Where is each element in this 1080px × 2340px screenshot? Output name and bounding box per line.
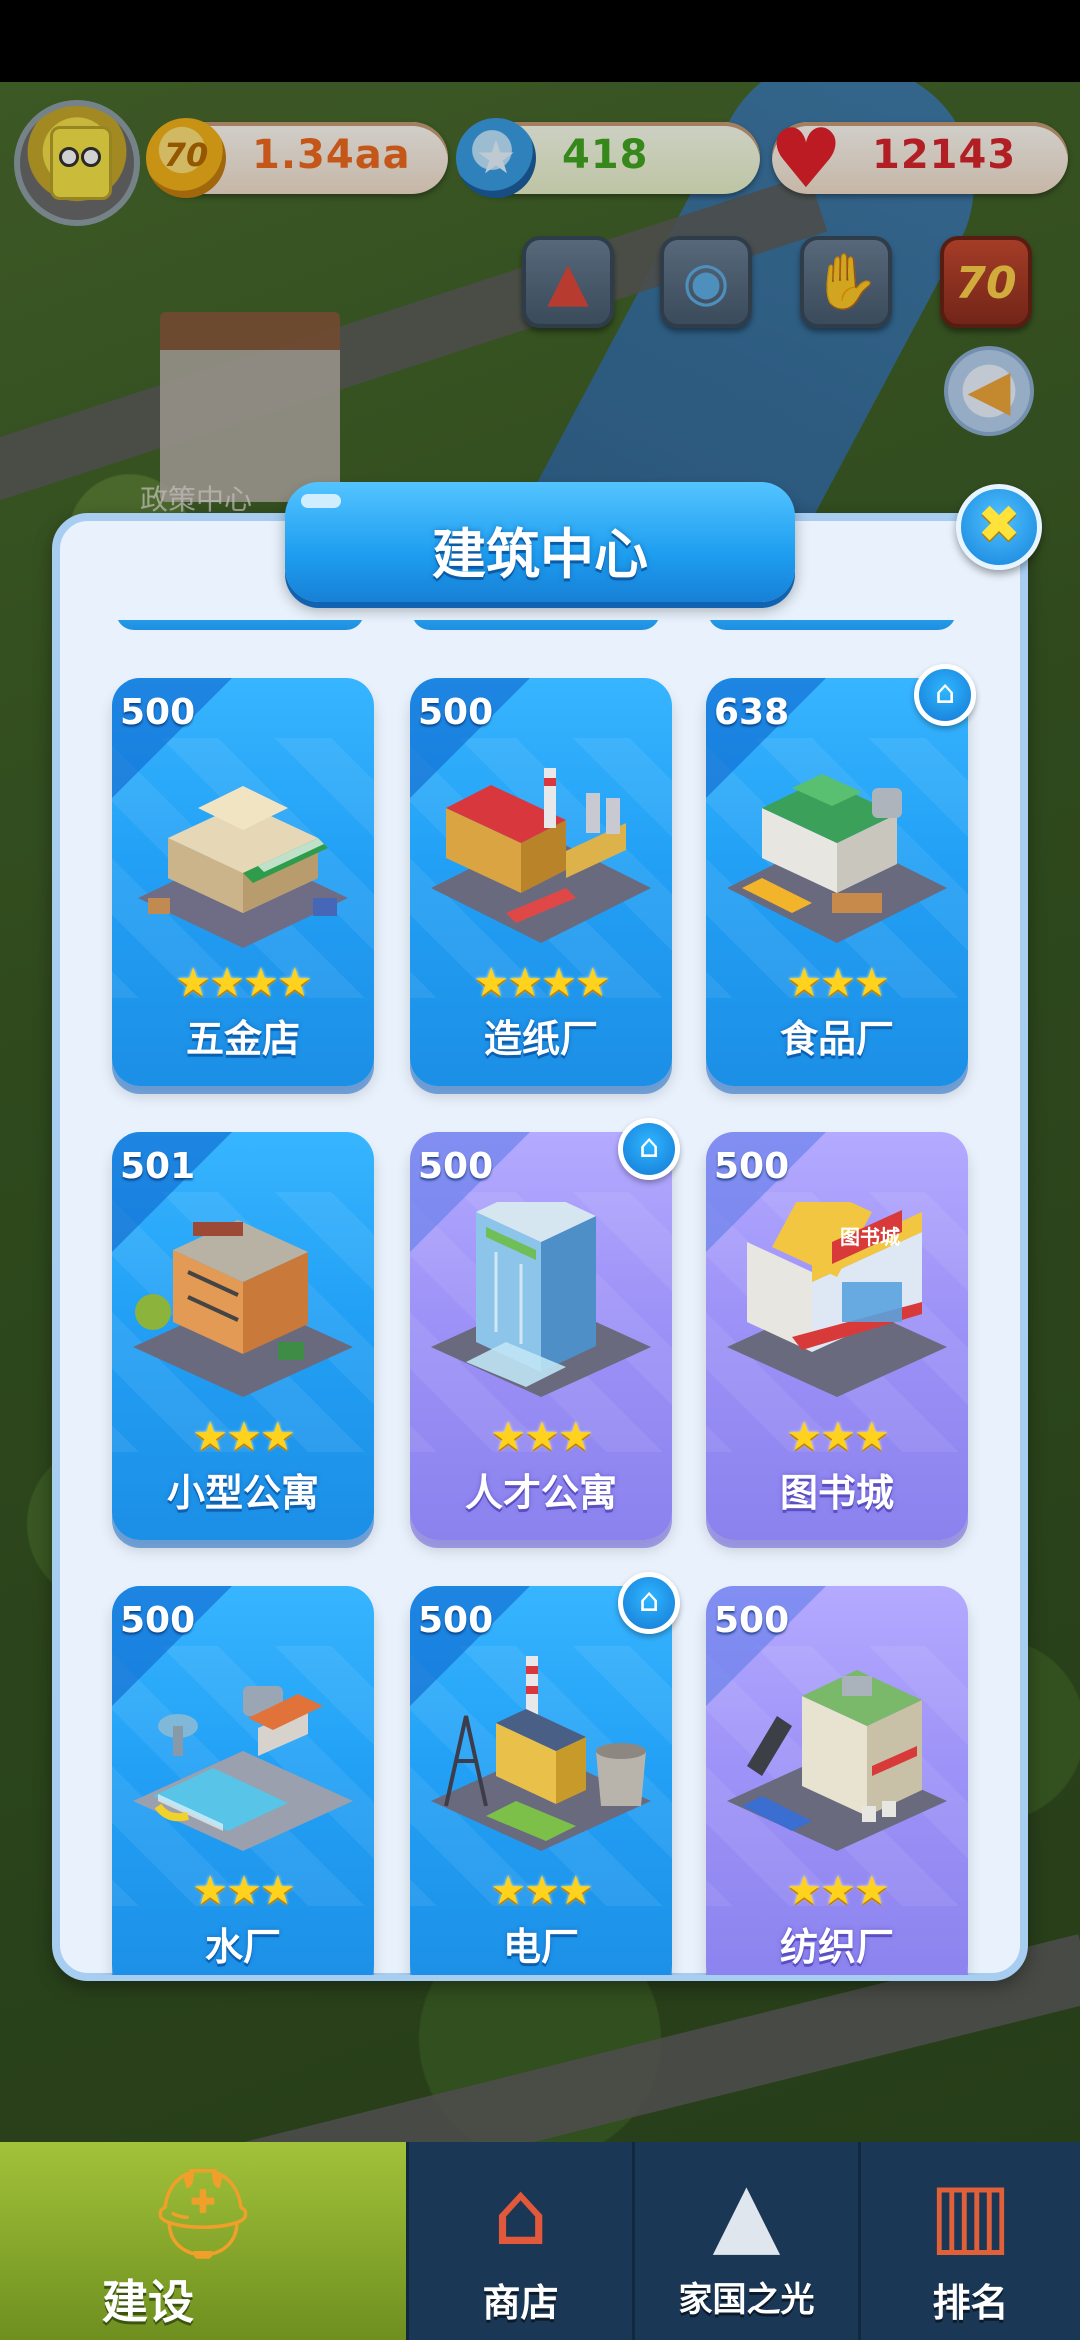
star-rating: ★★★: [192, 1414, 296, 1460]
building-name: 五金店: [185, 1017, 300, 1061]
card-price: 501: [120, 1146, 196, 1187]
shop-icon: ⌂: [492, 2162, 549, 2265]
close-button[interactable]: ✖: [956, 484, 1042, 570]
card-price: 500: [120, 692, 196, 733]
nav-build[interactable]: ⛑ 建设: [0, 2142, 406, 2340]
power-plant-illustration: [431, 1656, 651, 1851]
building-name: 电厂: [502, 1925, 579, 1969]
rocket-icon: ▲: [712, 2162, 781, 2265]
home-badge: ⌂: [618, 1118, 680, 1180]
building-grid[interactable]: 500 ★★★★ 五金店 500 ★★★★ 造纸厂 638 ★★★ 食品厂 50…: [60, 620, 1020, 1975]
water-plant-illustration: [133, 1686, 353, 1851]
hardhat-icon: ⛑: [147, 2162, 259, 2265]
home-icon: ⌂: [638, 1127, 660, 1165]
food-factory-illustration: [727, 774, 947, 943]
small-apartment-illustration: [133, 1220, 353, 1397]
star-rating: ★★★: [786, 1414, 890, 1460]
star-rating: ★★★★: [473, 960, 610, 1006]
status-bar: [0, 0, 1080, 82]
star-rating: ★★★: [786, 1868, 890, 1914]
building-card-talent-apartment[interactable]: 500 ★★★ 人才公寓: [410, 1132, 672, 1540]
building-name: 水厂: [204, 1925, 281, 1969]
scrolled-card-edge: [708, 620, 956, 630]
nav-national-glory[interactable]: ▲ 家国之光: [632, 2142, 858, 2340]
talent-apartment-illustration: [431, 1202, 651, 1397]
library-sign-text: 图书城: [840, 1225, 900, 1249]
building-card-hardware-store[interactable]: 500 ★★★★ 五金店: [112, 678, 374, 1086]
star-rating: ★★★: [490, 1868, 594, 1914]
nav-shop-label: 商店: [482, 2281, 559, 2325]
building-name: 小型公寓: [166, 1471, 319, 1515]
bottom-nav: ⛑ 建设 ⌂ 商店 ▲ 家国之光 ▥ 排名: [0, 2142, 1080, 2340]
panel-title: 建筑中心: [432, 523, 648, 586]
star-rating: ★★★★: [175, 960, 312, 1006]
building-name: 造纸厂: [483, 1017, 598, 1061]
home-icon: ⌂: [638, 1581, 660, 1619]
home-badge: ⌂: [618, 1572, 680, 1634]
close-icon: ✖: [977, 495, 1021, 555]
home-icon: ⌂: [934, 673, 956, 711]
star-rating: ★★★: [192, 1868, 296, 1914]
card-price: 638: [714, 692, 790, 733]
card-price: 500: [714, 1600, 790, 1641]
nav-build-label: 建设: [102, 2275, 194, 2329]
card-price: 500: [418, 1600, 494, 1641]
paper-mill-illustration: [431, 768, 651, 943]
star-rating: ★★★: [786, 960, 890, 1006]
textile-mill-illustration: [727, 1670, 947, 1851]
building-card-water-plant[interactable]: 500 ★★★ 水厂: [112, 1586, 374, 1975]
building-name: 人才公寓: [464, 1471, 617, 1515]
building-card-small-apartment[interactable]: 501 ★★★ 小型公寓: [112, 1132, 374, 1540]
building-name: 图书城: [779, 1471, 894, 1515]
card-price: 500: [418, 692, 494, 733]
ranking-icon: ▥: [928, 2162, 1013, 2265]
building-card-paper-mill[interactable]: 500 ★★★★ 造纸厂: [410, 678, 672, 1086]
book-city-illustration: 图书城: [727, 1202, 947, 1397]
nav-shop[interactable]: ⌂ 商店: [406, 2142, 632, 2340]
scrolled-card-edge: [412, 620, 660, 630]
building-name: 纺织厂: [779, 1925, 894, 1969]
hardware-store-illustration: [138, 786, 348, 948]
card-price: 500: [714, 1146, 790, 1187]
panel-title-banner: 建筑中心: [285, 482, 795, 602]
nav-national-glory-label: 家国之光: [678, 2280, 815, 2320]
building-name: 食品厂: [779, 1017, 894, 1061]
nav-ranking-label: 排名: [932, 2281, 1009, 2325]
home-badge: ⌂: [914, 664, 976, 726]
building-card-textile-mill[interactable]: 500 ★★★ 纺织厂: [706, 1586, 968, 1975]
building-card-book-city[interactable]: 500 图书城 ★★★ 图书城: [706, 1132, 968, 1540]
card-price: 500: [418, 1146, 494, 1187]
nav-ranking[interactable]: ▥ 排名: [858, 2142, 1080, 2340]
scrolled-card-edge: [116, 620, 364, 630]
card-price: 500: [120, 1600, 196, 1641]
building-card-food-factory[interactable]: 638 ★★★ 食品厂: [706, 678, 968, 1086]
star-rating: ★★★: [490, 1414, 594, 1460]
building-card-power-plant[interactable]: 500 ★★★ 电厂: [410, 1586, 672, 1975]
